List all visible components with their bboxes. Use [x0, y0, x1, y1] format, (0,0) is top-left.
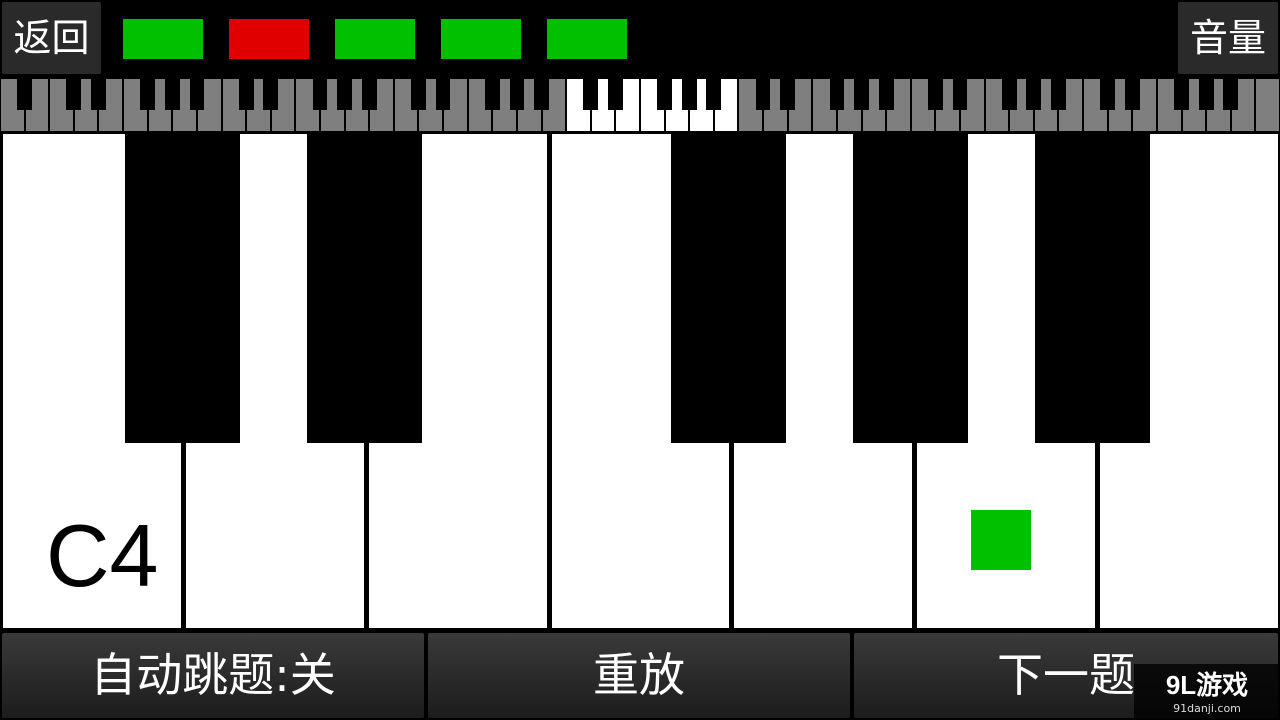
overview-black-key: [66, 78, 82, 110]
auto-next-toggle[interactable]: 自动跳题:关: [2, 633, 424, 718]
overview-black-key: [681, 78, 697, 110]
black-key-d-sharp[interactable]: [307, 134, 422, 443]
overview-black-key: [1174, 78, 1189, 110]
overview-white-key: [1256, 79, 1279, 131]
overview-black-key: [140, 78, 156, 110]
overview-black-key: [1001, 78, 1017, 110]
score-box-correct: [123, 19, 203, 59]
overview-black-key: [263, 78, 279, 110]
back-button[interactable]: 返回: [2, 2, 101, 74]
overview-black-key: [608, 78, 623, 110]
overview-black-key: [1100, 78, 1116, 110]
score-box-wrong: [229, 19, 309, 59]
watermark-url: 91danji.com: [1173, 702, 1241, 715]
answer-marker: [971, 510, 1031, 570]
black-key-g-sharp[interactable]: [853, 134, 968, 443]
overview-black-key: [657, 78, 672, 110]
overview-black-key: [337, 78, 352, 110]
score-box-correct: [547, 19, 627, 59]
overview-black-key: [189, 78, 205, 110]
overview-black-key: [91, 78, 106, 110]
overview-black-key: [17, 78, 32, 110]
overview-black-key: [534, 78, 549, 110]
black-key-c-sharp[interactable]: [125, 134, 240, 443]
overview-black-key: [780, 78, 796, 110]
overview-black-key: [509, 78, 525, 110]
score-box-correct: [335, 19, 415, 59]
volume-button[interactable]: 音量: [1178, 2, 1278, 74]
overview-black-key: [1223, 78, 1239, 110]
overview-black-key: [312, 78, 328, 110]
overview-black-key: [1026, 78, 1042, 110]
overview-black-key: [1051, 78, 1066, 110]
overview-black-key: [1198, 78, 1214, 110]
overview-black-key: [755, 78, 771, 110]
score-box-correct: [441, 19, 521, 59]
overview-black-key: [164, 78, 180, 110]
overview-black-key: [361, 78, 377, 110]
overview-black-key: [928, 78, 943, 110]
overview-black-key: [411, 78, 426, 110]
overview-black-key: [952, 78, 968, 110]
overview-black-key: [1124, 78, 1140, 110]
overview-black-key: [878, 78, 894, 110]
overview-black-key: [829, 78, 845, 110]
keyboard-overview[interactable]: [0, 78, 1280, 132]
overview-black-key: [435, 78, 451, 110]
note-label: C4: [46, 506, 159, 605]
overview-black-key: [238, 78, 254, 110]
overview-black-key: [706, 78, 722, 110]
overview-black-key: [484, 78, 500, 110]
watermark: 9L游戏 91danji.com: [1134, 664, 1280, 720]
overview-black-key: [583, 78, 599, 110]
watermark-logo: 9L游戏: [1165, 670, 1249, 700]
replay-button[interactable]: 重放: [428, 633, 850, 718]
piano-keyboard: C4: [0, 134, 1280, 630]
overview-black-key: [854, 78, 869, 110]
black-key-f-sharp[interactable]: [671, 134, 786, 443]
black-key-a-sharp[interactable]: [1035, 134, 1150, 443]
